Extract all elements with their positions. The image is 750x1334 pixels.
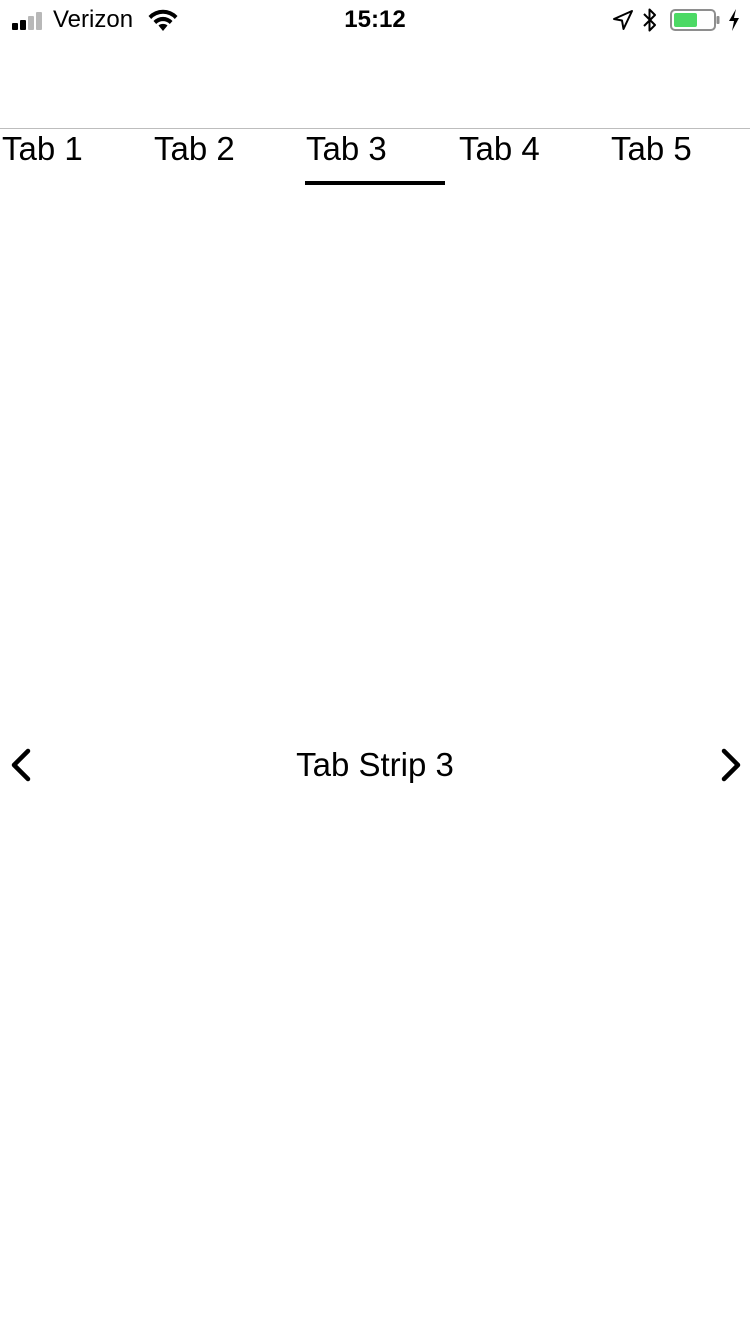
tab-label: Tab 3 bbox=[306, 130, 387, 167]
selected-tab-indicator bbox=[305, 181, 445, 185]
tab-2[interactable]: Tab 2 bbox=[154, 129, 294, 187]
charging-bolt-icon bbox=[729, 9, 739, 31]
battery-icon bbox=[670, 9, 720, 31]
tab-1[interactable]: Tab 1 bbox=[2, 129, 142, 187]
bluetooth-icon bbox=[643, 8, 656, 32]
tab-strip: Tab 1 Tab 2 Tab 3 Tab 4 Tab 5 bbox=[0, 129, 750, 187]
tab-label: Tab 4 bbox=[459, 130, 540, 167]
status-time: 15:12 bbox=[344, 6, 406, 33]
status-bar: Verizon 15:12 bbox=[0, 0, 750, 40]
tab-content-title: Tab Strip 3 bbox=[296, 746, 454, 783]
tab-label: Tab 1 bbox=[2, 130, 83, 167]
tab-5[interactable]: Tab 5 bbox=[611, 129, 750, 187]
chevron-right-icon[interactable] bbox=[710, 745, 750, 785]
tab-4[interactable]: Tab 4 bbox=[459, 129, 599, 187]
tab-label: Tab 5 bbox=[611, 130, 692, 167]
tab-3[interactable]: Tab 3 bbox=[306, 129, 446, 187]
tab-label: Tab 2 bbox=[154, 130, 235, 167]
location-arrow-icon bbox=[613, 10, 633, 30]
